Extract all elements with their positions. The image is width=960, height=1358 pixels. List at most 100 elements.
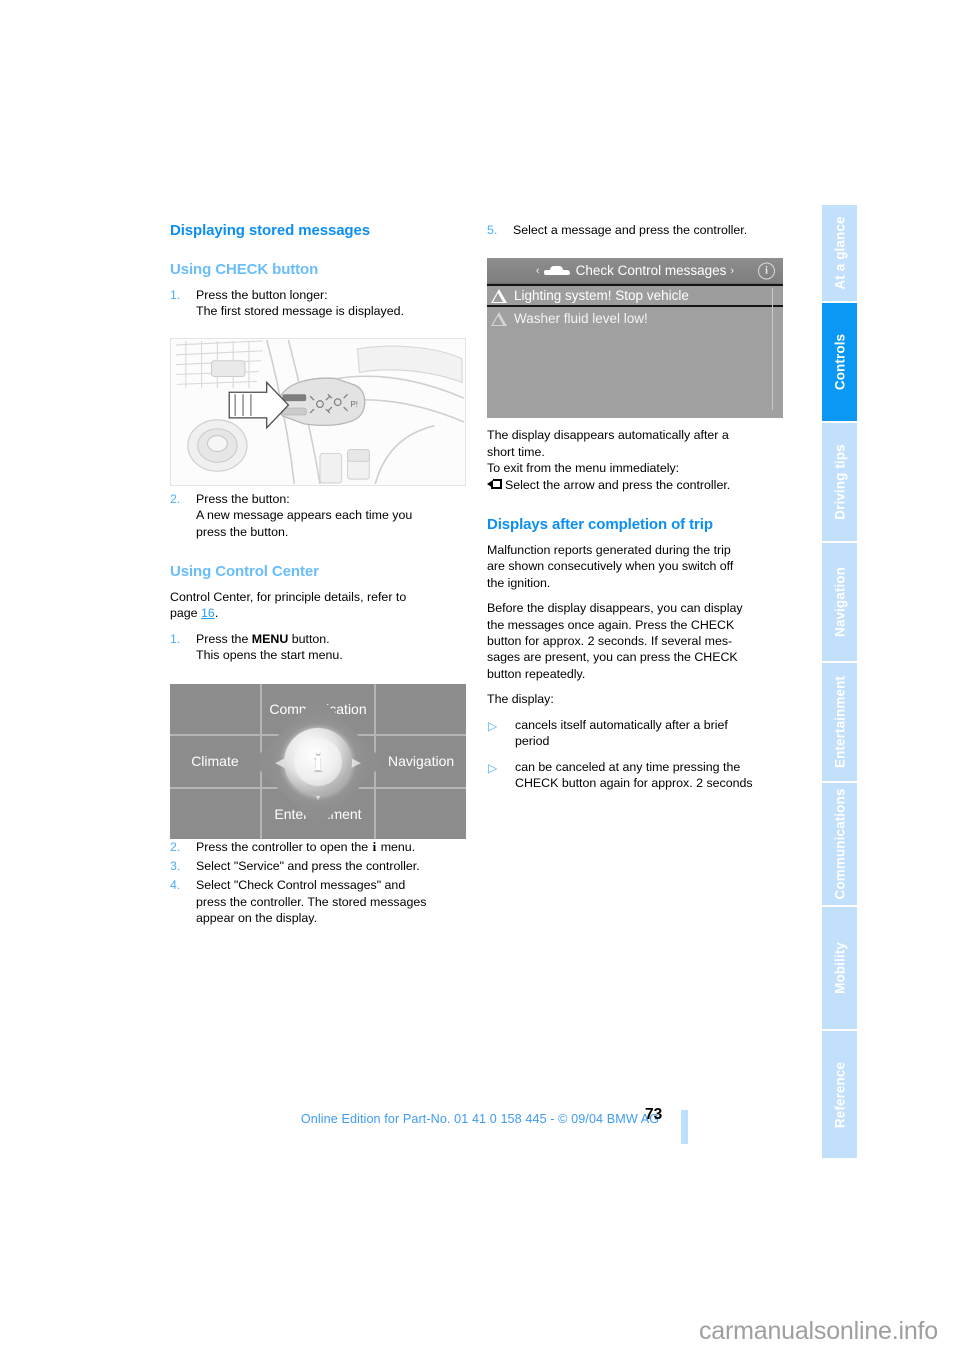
manual-page: At a glance Controls Driving tips Naviga… <box>0 0 960 1358</box>
list-item: ▷ can be canceled at any time pressing t… <box>487 759 783 792</box>
sidebar-tab-reference[interactable]: Reference <box>822 1029 857 1158</box>
figure-steering-column-stalk: P! WS10-HG345 <box>170 338 466 486</box>
menu-cell-empty-tr <box>376 684 466 735</box>
list-item: 1. Press the MENU button. This opens the… <box>170 631 466 664</box>
sidebar-tab-label: At a glance <box>831 216 847 290</box>
site-watermark: carmanualsonline.info <box>698 1317 938 1345</box>
sidebar-tab-communications[interactable]: Communications <box>822 781 857 905</box>
chevron-left-icon[interactable]: ‹ <box>536 265 540 277</box>
list-item: 5. Select a message and press the contro… <box>487 222 783 238</box>
list-item: 4. Select "Check Control messages" and p… <box>170 877 466 926</box>
intro-period: . <box>214 606 219 621</box>
list-item: 2. Press the button: A new message appea… <box>170 491 466 540</box>
page-reference-link[interactable]: 16 <box>201 606 215 620</box>
subheading-displays-after-trip: Displays after completion of trip <box>487 516 713 534</box>
stalk-line-art: P! <box>172 339 465 485</box>
step-number: 3. <box>170 859 181 874</box>
para-line3: the ignition. <box>487 575 551 590</box>
list-item: ▷ cancels itself automatically after a b… <box>487 717 783 750</box>
para-line1: Before the display disappears, you can d… <box>487 601 743 616</box>
subheading-using-control-center: Using Control Center <box>170 563 319 581</box>
paragraph-malfunction-reports: Malfunction reports generated during the… <box>487 542 783 591</box>
step-text-line3: press the button. <box>196 524 289 539</box>
page-number: 73 <box>645 1106 663 1123</box>
para-line4: Select the arrow and press the controlle… <box>505 477 731 492</box>
menu-item-navigation[interactable]: Navigation <box>376 736 466 787</box>
ccm-message-row-selected[interactable]: Lighting system! Stop vehicle <box>487 284 783 307</box>
step-number: 4. <box>170 878 181 893</box>
menu-button-label: MENU <box>251 631 289 646</box>
step-text-line1: Press the button: <box>196 491 290 506</box>
list-item: 2. Press the controller to open the i me… <box>170 839 466 855</box>
steps-menu-button: 1. Press the MENU button. This opens the… <box>170 631 466 664</box>
list-item: 3. Select "Service" and press the contro… <box>170 858 466 874</box>
sidebar-tab-at-a-glance[interactable]: At a glance <box>822 205 857 301</box>
triangle-bullet-icon: ▷ <box>488 718 498 733</box>
steps-press-button: 2. Press the button: A new message appea… <box>170 491 466 540</box>
sidebar-tab-label: Entertainment <box>831 675 847 769</box>
car-icon <box>543 265 570 276</box>
para-line5: button repeatedly. <box>487 666 586 681</box>
step-text-line2: The first stored message is displayed. <box>196 304 404 319</box>
steps-select-message: 5. Select a message and press the contro… <box>487 222 783 238</box>
footer: Online Edition for Part-No. 01 41 0 158 … <box>0 1110 960 1128</box>
page-title: Displaying stored messages <box>170 222 370 239</box>
sidebar-tab-label: Controls <box>831 333 847 391</box>
menu-item-label: Communication <box>269 701 367 718</box>
sidebar-tab-navigation[interactable]: Navigation <box>822 541 857 661</box>
display-behavior-bullets: ▷ cancels itself automatically after a b… <box>487 717 783 792</box>
step-text-post: menu. <box>377 839 416 854</box>
chevron-right-icon[interactable]: › <box>730 265 734 277</box>
sidebar-tab-label: Mobility <box>831 942 847 994</box>
para-line1: Malfunction reports generated during the… <box>487 543 731 558</box>
figure-control-center-start-menu: Communication Climate Navigation Enterta… <box>170 684 466 839</box>
step-text-line1: Select "Check Control messages" and <box>196 878 406 893</box>
warning-triangle-icon <box>491 288 507 303</box>
para-line4: sages are present, you can press the CHE… <box>487 650 738 665</box>
step-text: Select a message and press the controlle… <box>513 223 748 237</box>
intro-line1: Control Center, for principle details, r… <box>170 590 407 605</box>
menu-item-climate[interactable]: Climate <box>170 736 260 787</box>
ccm-message-text: Washer fluid level low! <box>514 311 648 326</box>
menu-item-entertainment[interactable]: Entertainment <box>261 788 375 839</box>
para-line3: To exit from the menu immediately: <box>487 461 680 476</box>
menu-step-post: button. <box>288 631 330 646</box>
section-tab-sidebar: At a glance Controls Driving tips Naviga… <box>822 205 857 1158</box>
info-button-icon[interactable]: i <box>758 262 775 279</box>
warning-triangle-icon <box>491 311 507 326</box>
svg-text:P!: P! <box>351 400 358 409</box>
menu-item-communication[interactable]: Communication <box>261 684 375 735</box>
step-text-line2: press the controller. The stored message… <box>196 894 427 909</box>
ccm-message-row[interactable]: Washer fluid level low! <box>487 307 783 330</box>
triangle-bullet-icon: ▷ <box>488 760 498 775</box>
para-line2: short time. <box>487 444 545 459</box>
ccm-message-text: Lighting system! Stop vehicle <box>514 288 689 303</box>
menu-cell-empty-br <box>376 788 466 839</box>
footer-edition-text: Online Edition for Part-No. 01 41 0 158 … <box>300 1112 660 1126</box>
sidebar-tab-mobility[interactable]: Mobility <box>822 905 857 1029</box>
menu-cell-empty-bl <box>170 788 260 839</box>
steps-using-check-button: 1. Press the button longer: The first st… <box>170 287 466 320</box>
sidebar-tab-label: Driving tips <box>831 444 847 520</box>
paragraph-the-display-lead-in: The display: <box>487 692 554 707</box>
step-text-pre: Press the controller to open the <box>196 839 372 854</box>
figure-check-control-messages: ‹ Check Control messages › i Lighting sy… <box>487 258 783 418</box>
control-center-intro: Control Center, for principle details, r… <box>170 589 466 622</box>
menu-item-label: Entertainment <box>274 805 362 822</box>
sidebar-tab-label: Communications <box>831 788 847 900</box>
paragraph-display-timeout: The display disappears automatically aft… <box>487 427 783 493</box>
sidebar-tab-controls[interactable]: Controls <box>822 301 857 421</box>
scrollbar[interactable] <box>772 288 773 410</box>
paragraph-redisplay-messages: Before the display disappears, you can d… <box>487 600 783 682</box>
para-line2: are shown consecutively when you switch … <box>487 559 734 574</box>
step-text-line2: A new message appears each time you <box>196 508 413 523</box>
steps-controller-sequence: 2. Press the controller to open the i me… <box>170 839 466 927</box>
subheading-using-check-button: Using CHECK button <box>170 261 319 278</box>
step-number: 1. <box>170 288 181 302</box>
sidebar-tab-entertainment[interactable]: Entertainment <box>822 661 857 781</box>
menu-item-label: Navigation <box>387 753 455 770</box>
step-number: 1. <box>170 631 181 646</box>
ccm-header: ‹ Check Control messages › i <box>487 258 783 284</box>
sidebar-tab-driving-tips[interactable]: Driving tips <box>822 421 857 541</box>
ccm-title: Check Control messages <box>575 263 727 278</box>
